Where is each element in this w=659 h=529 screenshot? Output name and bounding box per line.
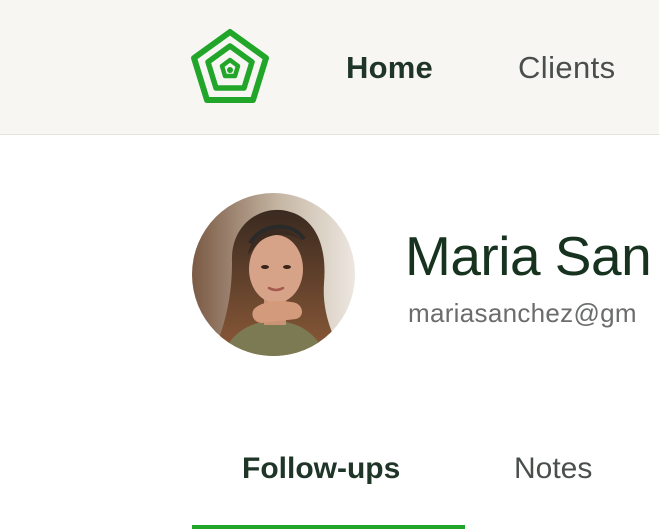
client-email: mariasanchez@gm <box>408 298 637 328</box>
tab-notes[interactable]: Notes <box>514 450 592 488</box>
home-logo-icon[interactable] <box>190 28 270 106</box>
nav-clients-link[interactable]: Clients <box>518 48 616 88</box>
tab-follow-ups[interactable]: Follow-ups <box>242 450 400 488</box>
active-tab-indicator <box>192 525 465 529</box>
avatar <box>192 193 355 356</box>
nav-home-link[interactable]: Home <box>346 48 433 88</box>
top-navigation-bar: Home Clients <box>0 0 659 135</box>
client-name-heading: Maria San <box>405 225 652 287</box>
